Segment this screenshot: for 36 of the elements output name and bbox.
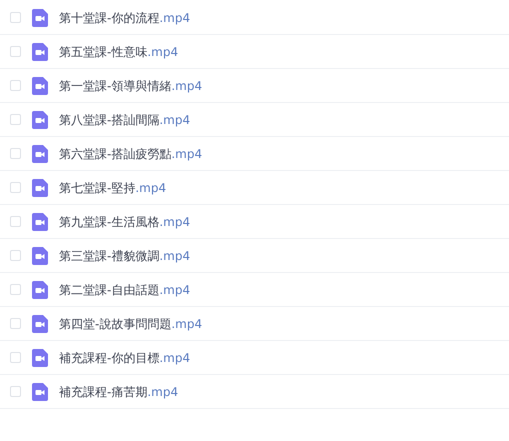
video-file-icon xyxy=(32,348,48,366)
video-file-icon xyxy=(32,110,48,128)
checkbox[interactable] xyxy=(10,386,21,397)
checkbox[interactable] xyxy=(10,318,21,329)
file-name[interactable]: 第一堂課-領導與情緒.mp4 xyxy=(59,76,202,94)
file-name[interactable]: 第七堂課-堅持.mp4 xyxy=(59,178,166,196)
file-name[interactable]: 第四堂-說故事問問題.mp4 xyxy=(59,314,202,332)
checkbox[interactable] xyxy=(10,182,21,193)
file-name[interactable]: 第六堂課-搭訕疲勞點.mp4 xyxy=(59,144,202,162)
checkbox[interactable] xyxy=(10,46,21,57)
video-file-icon xyxy=(32,314,48,332)
video-file-icon xyxy=(32,76,48,94)
checkbox[interactable] xyxy=(10,284,21,295)
video-file-icon xyxy=(32,144,48,162)
checkbox[interactable] xyxy=(10,12,21,23)
video-file-icon xyxy=(32,382,48,400)
video-file-icon xyxy=(32,42,48,60)
file-name[interactable]: 第八堂課-搭訕間隔.mp4 xyxy=(59,110,190,128)
file-name[interactable]: 第十堂課-你的流程.mp4 xyxy=(59,8,190,26)
file-name[interactable]: 補充課程-痛苦期.mp4 xyxy=(59,382,178,400)
file-name[interactable]: 第九堂課-生活風格.mp4 xyxy=(59,212,190,230)
checkbox[interactable] xyxy=(10,80,21,91)
video-file-icon xyxy=(32,8,48,26)
file-name[interactable]: 第三堂課-禮貌微調.mp4 xyxy=(59,246,190,264)
checkbox[interactable] xyxy=(10,114,21,125)
checkbox[interactable] xyxy=(10,352,21,363)
video-file-icon xyxy=(32,212,48,230)
file-name[interactable]: 補充課程-你的目標.mp4 xyxy=(59,348,190,366)
video-file-icon xyxy=(32,178,48,196)
file-name[interactable]: 第二堂課-自由話題.mp4 xyxy=(59,280,190,298)
video-file-icon xyxy=(32,280,48,298)
checkbox[interactable] xyxy=(10,250,21,261)
checkbox[interactable] xyxy=(10,148,21,159)
file-name[interactable]: 第五堂課-性意味.mp4 xyxy=(59,42,178,60)
checkbox[interactable] xyxy=(10,216,21,227)
video-file-icon xyxy=(32,246,48,264)
